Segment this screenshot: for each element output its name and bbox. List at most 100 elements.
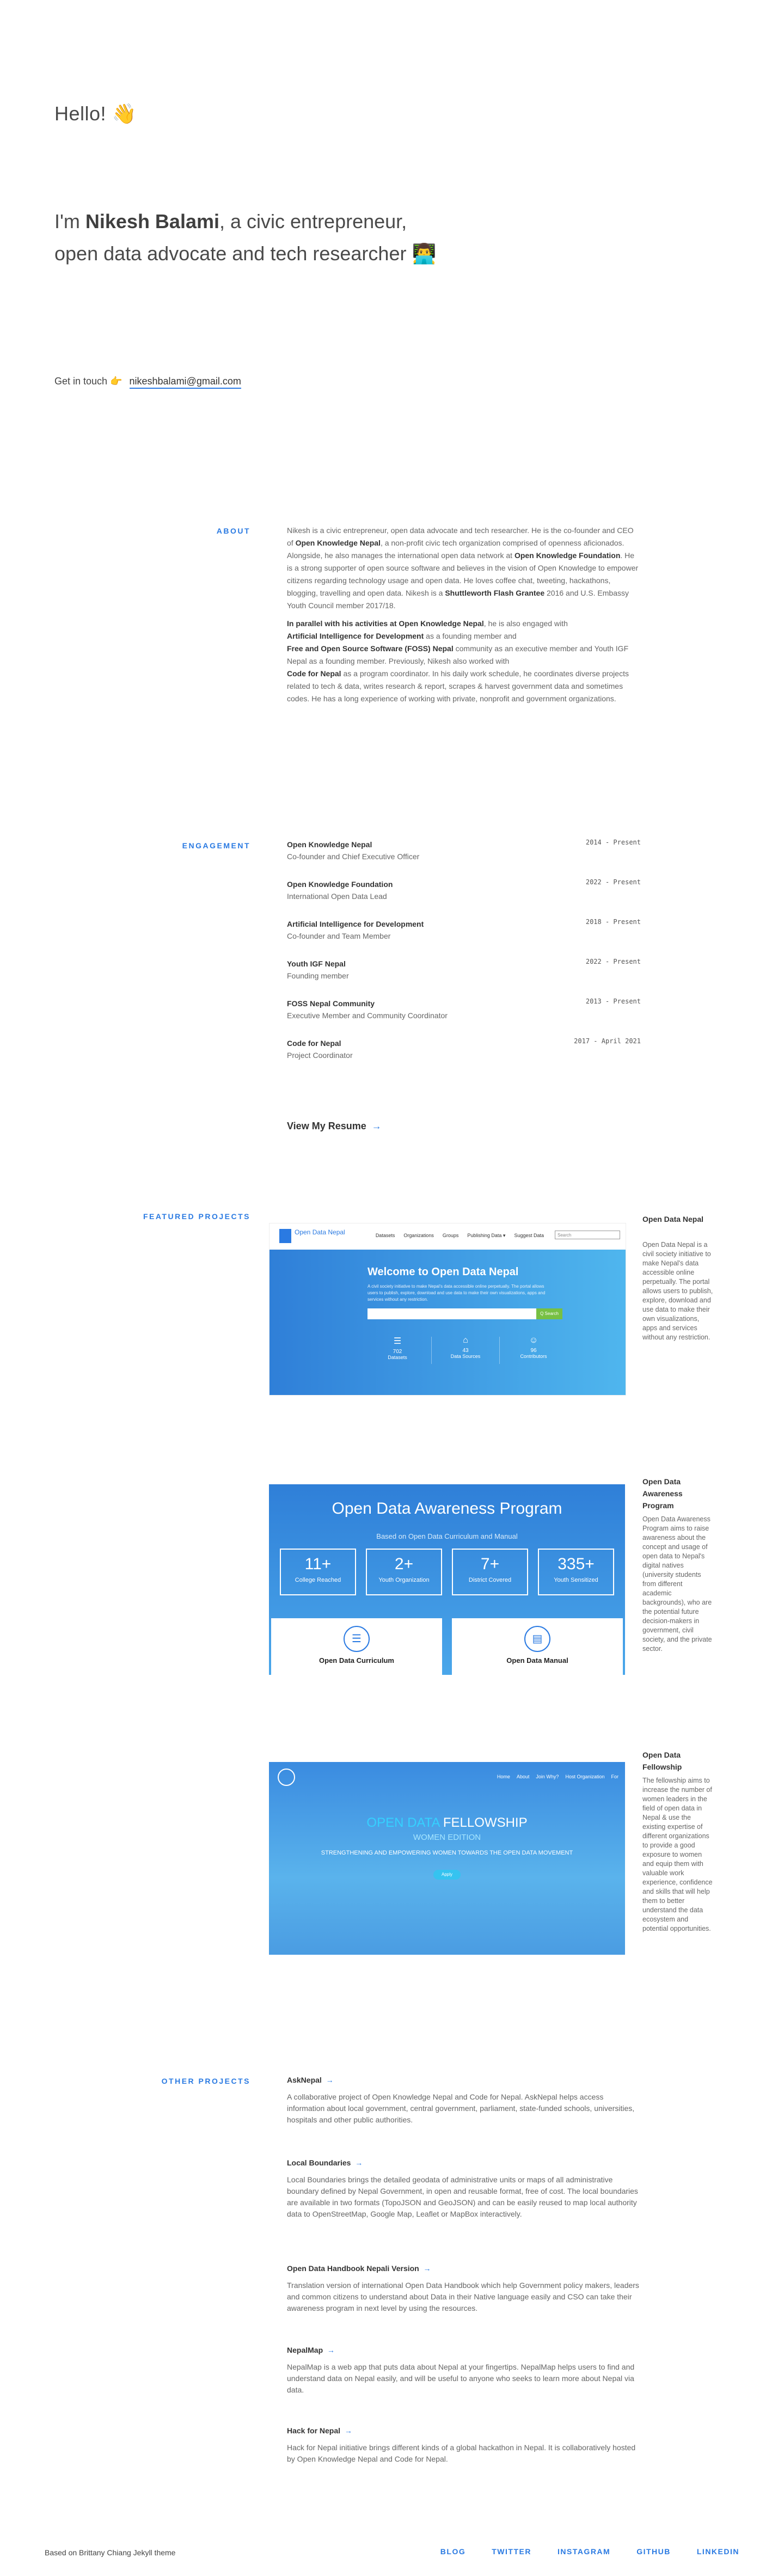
other-project-item: NepalMap → NepalMap is a web app that pu… bbox=[287, 2344, 641, 2396]
screenshot-subtitle: Based on Open Data Curriculum and Manual bbox=[376, 1532, 518, 1540]
engagement-date: 2017 - April 2021 bbox=[574, 1037, 641, 1045]
engagement-date: 2018 - Present bbox=[585, 918, 641, 926]
arrow-right-icon: → bbox=[355, 2158, 363, 2167]
screenshot-nav-links: Home About Join Why? Host Organization For bbox=[497, 1774, 618, 1779]
about-label: ABOUT bbox=[216, 527, 250, 535]
hack-for-nepal-link[interactable]: Hack for Nepal → bbox=[287, 2426, 352, 2435]
other-project-item: AskNepal → A collaborative project of Op… bbox=[287, 2074, 641, 2126]
manual-icon: ▤ bbox=[524, 1626, 550, 1652]
project-title-open-data-nepal[interactable]: Open Data Nepal bbox=[642, 1213, 713, 1225]
greeting: Hello! 👋 bbox=[54, 102, 137, 125]
project-title-fellowship[interactable]: Open Data Fellowship bbox=[642, 1749, 713, 1773]
footer-credit[interactable]: Based on Brittany Chiang Jekyll theme bbox=[45, 2548, 175, 2557]
engagement-item: Code for Nepal Project Coordinator 2017 … bbox=[287, 1037, 641, 1061]
screenshot-description: A civil society initiative to make Nepal… bbox=[367, 1284, 546, 1302]
screenshot-tagline: STRENGTHENING AND EMPOWERING WOMEN TOWAR… bbox=[321, 1850, 573, 1856]
other-project-description: Translation version of international Ope… bbox=[287, 2281, 639, 2312]
screenshot-nav-links: Datasets Organizations Groups Publishing Da… bbox=[375, 1233, 544, 1238]
screenshot-hero: Welcome to Open Data Nepal A civil socie… bbox=[270, 1250, 626, 1395]
other-project-item: Open Data Handbook Nepali Version → Tran… bbox=[287, 2262, 641, 2314]
engagement-item: Open Knowledge Foundation International … bbox=[287, 878, 641, 902]
other-project-description: Hack for Nepal initiative brings differe… bbox=[287, 2443, 636, 2463]
engagement-item: Open Knowledge Nepal Co-founder and Chie… bbox=[287, 839, 641, 862]
fellowship-logo-icon bbox=[278, 1769, 295, 1786]
open-data-nepal-logo-icon bbox=[279, 1229, 291, 1243]
nepalmap-link[interactable]: NepalMap → bbox=[287, 2346, 335, 2354]
screenshot-subtitle: WOMEN EDITION bbox=[413, 1833, 481, 1842]
other-project-item: Local Boundaries → Local Boundaries brin… bbox=[287, 2157, 641, 2220]
intro-heading: I'm Nikesh Balami, a civic entrepreneur,… bbox=[54, 205, 446, 270]
screenshot-title: Open Data Awareness Program bbox=[332, 1500, 562, 1518]
screenshot-card: ▤ Open Data Manual bbox=[452, 1618, 623, 1675]
intro-prefix: I'm bbox=[54, 210, 85, 232]
organization-icon: ⌂ bbox=[463, 1336, 468, 1345]
engagement-item: FOSS Nepal Community Executive Member an… bbox=[287, 998, 641, 1021]
open-data-fellowship-screenshot[interactable]: Home About Join Why? Host Organization For O… bbox=[269, 1762, 625, 1955]
footer-link-github[interactable]: GITHUB bbox=[636, 2547, 671, 2556]
contact-line: Get in touch 👉 nikeshbalami@gmail.com bbox=[54, 376, 241, 389]
arrow-right-icon: → bbox=[327, 2346, 335, 2354]
other-project-item: Hack for Nepal → Hack for Nepal initiati… bbox=[287, 2425, 641, 2465]
contributors-icon: ☺ bbox=[529, 1336, 538, 1345]
featured-projects-label: FEATURED PROJECTS bbox=[143, 1212, 250, 1221]
footer-links: BLOG TWITTER INSTAGRAM GITHUB LINKEDIN bbox=[414, 2547, 739, 2556]
screenshot-stat-box: 7+ District Covered bbox=[452, 1549, 528, 1595]
screenshot-stat-box: 335+ Youth Sensitized bbox=[538, 1549, 614, 1595]
asknepal-link[interactable]: AskNepal → bbox=[287, 2076, 334, 2084]
project-description: Open Data Nepal is a civil society initi… bbox=[642, 1241, 713, 1341]
footer-link-instagram[interactable]: INSTAGRAM bbox=[558, 2547, 610, 2556]
open-data-nepal-screenshot[interactable]: Open Data Nepal Datasets Organizations Gro… bbox=[269, 1223, 626, 1396]
open-data-awareness-screenshot[interactable]: Open Data Awareness Program Based on Ope… bbox=[269, 1484, 625, 1675]
datasets-icon: ☰ bbox=[393, 1337, 402, 1346]
other-project-description: Local Boundaries brings the detailed geo… bbox=[287, 2175, 638, 2218]
about-paragraph-2: In parallel with his activities at Open … bbox=[287, 619, 629, 703]
screenshot-title: OPEN DATA FELLOWSHIP bbox=[366, 1815, 528, 1830]
engagement-role: Project Coordinator bbox=[287, 1051, 353, 1060]
screenshot-stat: ☰ 702 Datasets bbox=[367, 1336, 427, 1360]
about-paragraph-1: Nikesh is a civic entrepreneur, open dat… bbox=[287, 526, 639, 610]
view-resume-link[interactable]: View My Resume → bbox=[287, 1121, 382, 1132]
arrow-right-icon: → bbox=[371, 1121, 382, 1131]
curriculum-icon: ☰ bbox=[344, 1626, 370, 1652]
screenshot-search-button: Q Search bbox=[536, 1308, 562, 1319]
screenshot-navbar: Open Data Nepal Datasets Organizations Gro… bbox=[270, 1223, 626, 1250]
engagement-date: 2022 - Present bbox=[585, 958, 641, 965]
screenshot-title: Welcome to Open Data Nepal bbox=[367, 1266, 519, 1278]
project-title-awareness-program[interactable]: Open Data Awareness Program bbox=[642, 1476, 713, 1512]
screenshot-stat-box: 2+ Youth Organization bbox=[366, 1549, 442, 1595]
screenshot-stat: ⌂ 43 Data Sources bbox=[436, 1336, 495, 1359]
arrow-right-icon: → bbox=[326, 2076, 334, 2084]
engagement-date: 2013 - Present bbox=[585, 998, 641, 1005]
screenshot-logo-text: Open Data Nepal bbox=[295, 1228, 345, 1236]
engagement-date: 2022 - Present bbox=[585, 878, 641, 886]
footer-link-twitter[interactable]: TWITTER bbox=[492, 2547, 531, 2556]
screenshot-stat-box: 11+ College Reached bbox=[280, 1549, 356, 1595]
screenshot-card: ☰ Open Data Curriculum bbox=[271, 1618, 442, 1675]
footer-link-blog[interactable]: BLOG bbox=[440, 2547, 465, 2556]
engagement-role: Co-founder and Team Member bbox=[287, 932, 391, 940]
other-projects-label: OTHER PROJECTS bbox=[161, 2077, 250, 2085]
other-project-description: NepalMap is a web app that puts data abo… bbox=[287, 2363, 635, 2394]
engagement-label: ENGAGEMENT bbox=[182, 841, 250, 850]
engagement-role: Executive Member and Community Coordinat… bbox=[287, 1011, 448, 1020]
email-link[interactable]: nikeshbalami@gmail.com bbox=[129, 376, 241, 389]
project-description: Open Data Awareness Program aims to rais… bbox=[642, 1515, 712, 1653]
open-data-handbook-link[interactable]: Open Data Handbook Nepali Version → bbox=[287, 2264, 431, 2273]
intro-name: Nikesh Balami bbox=[85, 210, 219, 232]
engagement-date: 2014 - Present bbox=[585, 839, 641, 846]
local-boundaries-link[interactable]: Local Boundaries → bbox=[287, 2158, 363, 2167]
screenshot-stat: ☺ 96 Contributors bbox=[504, 1336, 564, 1359]
footer-link-linkedin[interactable]: LINKEDIN bbox=[697, 2547, 739, 2556]
engagement-role: Co-founder and Chief Executive Officer bbox=[287, 852, 420, 861]
engagement-role: Founding member bbox=[287, 971, 349, 980]
engagement-item: Artificial Intelligence for Development … bbox=[287, 918, 641, 942]
arrow-right-icon: → bbox=[423, 2264, 431, 2273]
screenshot-search-input bbox=[367, 1308, 553, 1319]
other-project-description: A collaborative project of Open Knowledg… bbox=[287, 2092, 635, 2124]
contact-label: Get in touch 👉 bbox=[54, 376, 122, 387]
engagement-item: Youth IGF Nepal Founding member 2022 - P… bbox=[287, 958, 641, 982]
screenshot-apply-button: Apply bbox=[433, 1870, 461, 1880]
about-text: Nikesh is a civic entrepreneur, open dat… bbox=[287, 524, 641, 711]
arrow-right-icon: → bbox=[344, 2426, 352, 2435]
engagement-role: International Open Data Lead bbox=[287, 892, 387, 901]
